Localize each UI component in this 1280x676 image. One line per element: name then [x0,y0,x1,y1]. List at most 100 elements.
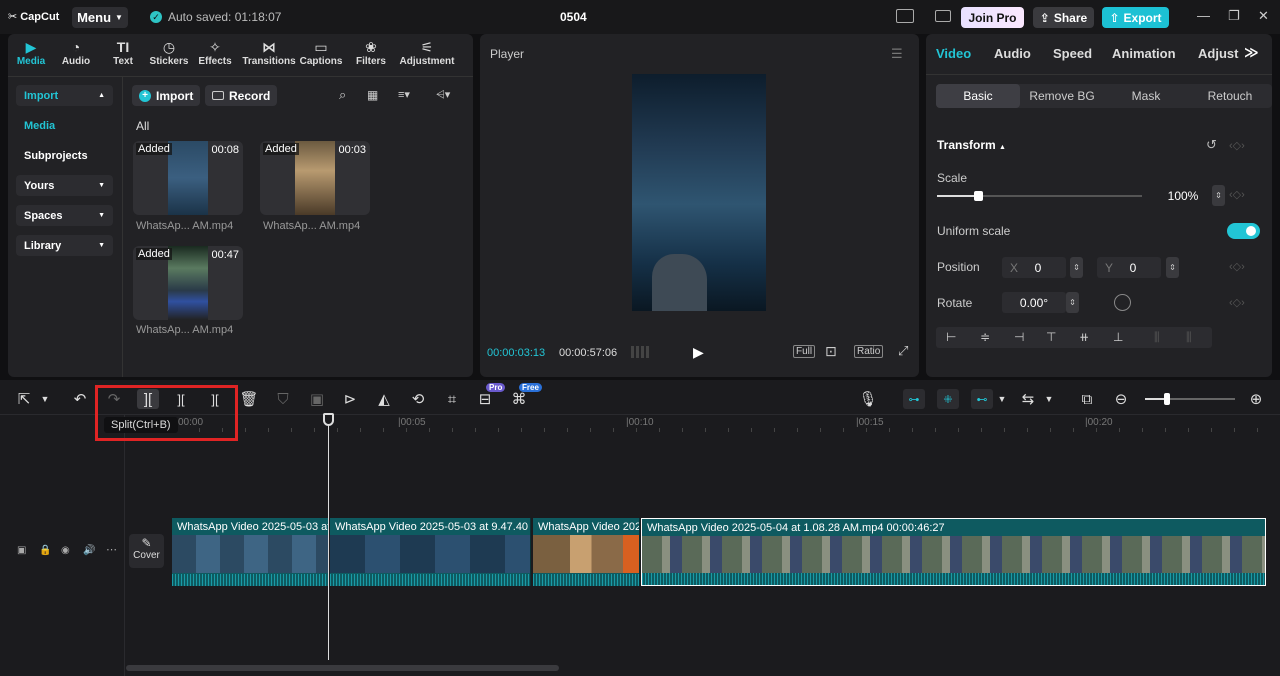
transform-header[interactable]: Transform ▲ [937,138,1006,152]
align-right-icon[interactable]: ⊣ [1014,330,1024,344]
timeline-clip[interactable]: WhatsApp Video 2025-05-03 at 9.47.40 A [330,518,531,586]
tab-speed[interactable]: Speed [1053,46,1092,61]
tab-audio[interactable]: Audio [994,46,1031,61]
tab-media[interactable]: ▶ Media [8,38,54,70]
filter-all[interactable]: All [136,119,149,133]
full-button[interactable]: Full [793,345,816,358]
position-x-field[interactable]: X0 [1002,257,1066,278]
subtab-retouch[interactable]: Retouch [1188,84,1272,108]
media-item[interactable]: Added 00:08 [133,141,243,215]
fullscreen-icon[interactable]: ⤢ [898,343,908,359]
crop-icon[interactable]: ⌗ [443,390,461,408]
tab-captions[interactable]: ▭ Captions [298,38,344,70]
maximize-icon[interactable]: ❐ [1228,8,1240,24]
align-bottom-icon[interactable]: ⊥ [1113,330,1123,344]
tab-text[interactable]: TI Text [100,38,146,70]
menu-button[interactable]: Menu ▼ [72,7,128,28]
grid-view-icon[interactable]: ▦ [367,88,378,102]
distribute-v-icon[interactable]: ⫼ [1186,330,1192,345]
track-cover-icon[interactable]: ▣ [17,545,26,556]
tab-animation[interactable]: Animation [1112,46,1176,61]
playhead[interactable] [328,416,329,660]
subtab-mask[interactable]: Mask [1104,84,1188,108]
speaker-icon[interactable]: 🔊 [83,545,95,556]
uniform-scale-toggle[interactable] [1227,223,1260,239]
distribute-h-icon[interactable]: ⫼ [1154,330,1160,345]
sort-icon[interactable]: ≡▾ [398,88,410,101]
scale-value[interactable]: 100% [1157,185,1209,206]
chevron-down-icon[interactable]: ▼ [1040,390,1058,408]
scale-stepper[interactable]: ⇕ [1212,185,1225,206]
media-item[interactable]: Added 00:03 [260,141,370,215]
filter-icon[interactable]: ⩤▾ [436,88,450,102]
tab-adjust[interactable]: Adjust [1198,46,1238,61]
hamburger-menu-icon[interactable]: ☰ [891,46,903,62]
more-tabs-icon[interactable]: ≫ [1244,44,1259,61]
rotate-stepper[interactable]: ⇕ [1066,292,1079,313]
align-center-h-icon[interactable]: ≑ [980,330,990,344]
tab-effects[interactable]: ✧ Effects [192,38,238,70]
scale-slider-knob[interactable] [974,191,983,201]
tab-stickers[interactable]: ◷ Stickers [146,38,192,70]
smart-tool-icon[interactable]: ⌘ [510,390,528,408]
zoom-in-icon[interactable]: ⊕ [1247,390,1265,408]
align-center-v-icon[interactable]: ⧺ [1079,330,1089,344]
zoom-preview-icon[interactable]: ⊡ [825,343,837,360]
sidebar-yours[interactable]: Yours ▼ [16,175,113,196]
search-icon[interactable]: ⌕ [339,87,346,103]
align-left-icon[interactable]: ⊢ [946,330,956,344]
timeline-grid-icon[interactable] [631,346,651,358]
zoom-slider-knob[interactable] [1164,393,1170,405]
eye-icon[interactable]: ◉ [61,545,70,556]
mirror-icon[interactable]: ◭ [375,390,393,408]
auto-snap-icon[interactable]: ⁜ [937,389,959,409]
position-x-stepper[interactable]: ⇕ [1070,257,1083,278]
sidebar-media[interactable]: Media [24,120,55,132]
media-item[interactable]: Added 00:47 [133,246,243,320]
scale-slider-track[interactable] [937,191,1142,201]
tab-audio[interactable]: ◔ Audio [53,38,99,70]
keyframe-icon[interactable]: ‹◇› [1229,139,1245,152]
rotate-field[interactable]: 0.00° [1002,292,1066,313]
subtab-basic[interactable]: Basic [936,84,1020,108]
video-preview[interactable] [632,74,766,311]
main-track-magnet-icon[interactable]: ⊶ [903,389,925,409]
auto-caption-icon[interactable]: ⊟ [476,390,494,408]
more-icon[interactable]: ⋯ [106,543,117,556]
tab-adjustment[interactable]: ⚟ Adjustment [398,38,456,70]
fit-timeline-icon[interactable]: ⧉ [1078,390,1096,408]
zoom-out-icon[interactable]: ⊖ [1112,390,1130,408]
sidebar-library[interactable]: Library ▼ [16,235,113,256]
microphone-icon[interactable]: 🎙 [858,390,877,408]
reset-icon[interactable]: ↺ [1206,137,1217,153]
chevron-down-icon[interactable]: ▼ [36,390,54,408]
layout-icon[interactable] [896,9,914,23]
import-button[interactable]: + Import [132,85,201,106]
rotate-dial[interactable] [1114,294,1131,311]
timeline-clip[interactable]: WhatsApp Video 2025-05-03 at [172,518,329,586]
lock-icon[interactable]: 🔒 [39,545,51,556]
shortcuts-icon[interactable] [935,10,951,22]
sidebar-import[interactable]: Import ▲ [16,85,113,106]
keyframe-icon[interactable]: ‹◇› [1229,188,1245,201]
position-y-stepper[interactable]: ⇕ [1166,257,1179,278]
mark-icon[interactable]: ⛉ [274,390,292,408]
timeline-clip[interactable]: WhatsApp Video 202 [533,518,640,586]
freeze-icon[interactable]: ▣ [308,390,326,408]
timeline-scrollbar[interactable] [126,665,559,671]
playhead-handle[interactable] [323,413,334,426]
rotate-clip-icon[interactable]: ⟲ [409,390,427,408]
close-icon[interactable]: ✕ [1258,8,1269,24]
timeline-clip-selected[interactable]: WhatsApp Video 2025-05-04 at 1.08.28 AM.… [641,518,1266,586]
delete-icon[interactable]: 🗑 [239,390,258,408]
tab-filters[interactable]: ❀ Filters [348,38,394,70]
preview-axis-icon[interactable]: ⇆ [1019,390,1037,408]
align-top-icon[interactable]: ⊤ [1046,330,1056,344]
select-tool-icon[interactable]: ⇱ [15,390,33,408]
zoom-slider[interactable] [1145,393,1235,405]
cover-button[interactable]: ✎ Cover [129,534,164,568]
subtab-remove-bg[interactable]: Remove BG [1020,84,1104,108]
keyframe-icon[interactable]: ‹◇› [1229,296,1245,309]
undo-icon[interactable]: ↶ [71,390,89,408]
tab-transitions[interactable]: ⋈ Transitions [240,38,298,70]
